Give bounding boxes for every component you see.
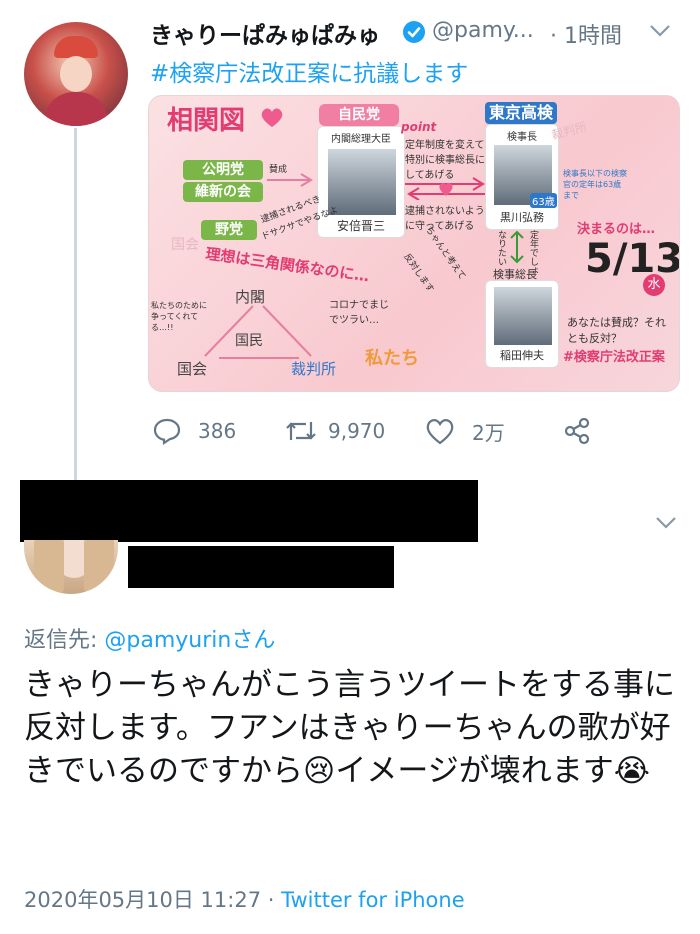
reply-icon (153, 418, 181, 446)
tweet-time[interactable]: · 1時間 (550, 18, 622, 50)
reply-to-prefix: 返信先: (24, 628, 105, 653)
reply-author-avatar[interactable] (24, 540, 118, 594)
corona-note: コロナでまじでツラい… (329, 300, 389, 326)
author-handle[interactable]: @pamy... (432, 18, 534, 43)
like-action[interactable]: 2万 (424, 416, 505, 446)
reply-count: 386 (198, 419, 237, 443)
author-display-name[interactable]: きゃりーぱみゅぱみゅ (150, 16, 380, 50)
kenjicho-label: 検事長 (507, 132, 537, 143)
retweet-icon (286, 422, 316, 440)
note-promote: 定年制度を変えて特別に検事総長にしてあげる (405, 140, 485, 181)
retweet-action[interactable]: 9,970 (284, 416, 385, 446)
reply-source-link[interactable]: Twitter for iPhone (281, 888, 465, 912)
exchange-arrows-icon (405, 177, 487, 200)
watashitachi-label: 私たち (365, 348, 419, 369)
pm-name: 安倍晋三 (336, 219, 385, 233)
reply-to-line: 返信先: @pamyurinさん (24, 622, 275, 654)
reply-meta: 2020年05月10日 11:27 · Twitter for iPhone (24, 884, 465, 914)
chevron-down-icon[interactable] (648, 22, 672, 40)
note-protect: 逮捕されないように守ってあげる (405, 206, 485, 232)
inada-photo (492, 285, 554, 347)
author-avatar[interactable] (24, 22, 128, 126)
verified-badge-icon (403, 21, 425, 43)
age-limit-note: 検事長以下の検察官の定年は63歳まで (563, 169, 627, 200)
ketsu-label: 決まるのは… (577, 222, 656, 237)
inada-name: 稲田伸夫 (500, 349, 544, 362)
pm-card: 内閣総理大臣 安倍晋三 (317, 126, 405, 238)
reply-to-user-link[interactable]: @pamyurin (104, 628, 231, 653)
meta-separator: · (261, 888, 282, 912)
question-label: あなたは賛成？それとも反対？ (567, 316, 666, 345)
kurokawa-card: 検事長 63歳 黒川弘務 (485, 124, 559, 230)
hanshin-label: 反対します (401, 252, 436, 295)
infographic-tag: #検察庁法改正案 (563, 350, 665, 365)
pm-title: 内閣総理大臣 (331, 134, 391, 145)
reply-chevron-down-icon[interactable] (654, 514, 678, 532)
up-down-arrow-icon (510, 230, 524, 264)
tweet-media-image[interactable]: 相関図 自民党 内閣総理大臣 安倍晋三 point 定年制度を変えて特別に検事総… (148, 95, 680, 392)
komei-label: 公明党 (183, 160, 263, 180)
jimin-label: 自民党 (319, 104, 399, 126)
like-count: 2万 (472, 420, 505, 445)
inada-card: 稲田伸夫 (485, 280, 559, 368)
reply-text: きゃりーちゃんがこう言うツイートをする事に反対します。フアンはきゃりーちゃんの歌… (24, 667, 675, 789)
riso-label: 理想は三角関係なのに… (204, 244, 371, 286)
thread-line (74, 128, 77, 480)
point-label: point (401, 120, 437, 134)
redacted-handle-block (128, 546, 394, 588)
kurokawa-name: 黒川弘務 (500, 211, 544, 224)
date-label: 5/13 (585, 236, 680, 282)
tokyo-label: 東京高検 (485, 102, 557, 124)
retweet-count: 9,970 (328, 419, 386, 443)
yato-label: 野党 (201, 220, 257, 240)
infographic-title: 相関図 (167, 106, 246, 136)
triangle-lines-icon (204, 305, 312, 359)
hashtag-link[interactable]: #検察庁法改正案に抗議します (150, 54, 468, 88)
share-icon[interactable] (562, 416, 592, 446)
heart-icon (261, 108, 283, 127)
age-badge: 63歳 (530, 193, 557, 208)
reply-to-suffix: さん (231, 628, 276, 653)
reply-timestamp[interactable]: 2020年05月10日 11:27 (24, 888, 261, 912)
dow-badge: 水 (643, 274, 665, 296)
kokkai-faint: 国会 (171, 237, 199, 253)
reply-action[interactable]: 386 (152, 416, 236, 446)
arrow-right-icon (267, 173, 313, 187)
heart-outline-icon (426, 419, 454, 445)
ishin-label: 維新の会 (183, 182, 263, 202)
redacted-name-block (20, 480, 478, 542)
